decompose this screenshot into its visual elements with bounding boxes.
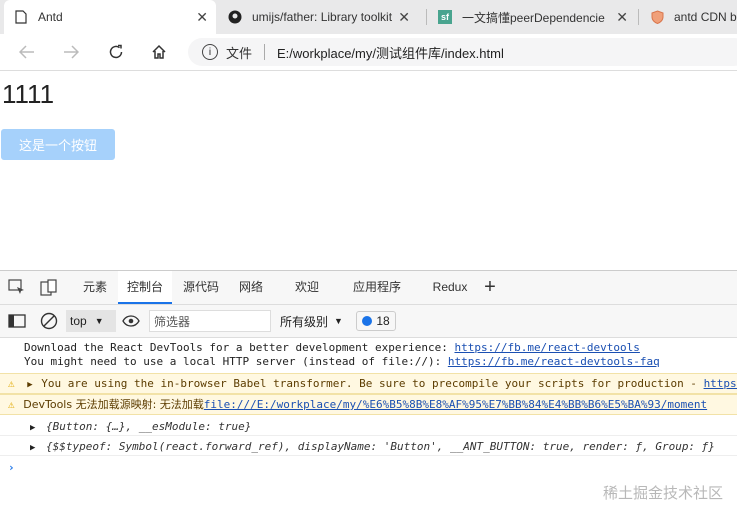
object-preview: {Button: {…}, __esModule: true}	[46, 420, 252, 433]
console-prompt[interactable]: ›	[0, 459, 737, 477]
browser-tab-antd[interactable]: Antd ✕	[4, 0, 216, 34]
info-icon[interactable]: i	[202, 44, 218, 60]
log-levels-select[interactable]: 所有级别 ▼	[280, 310, 343, 332]
tab-separator	[426, 9, 427, 25]
url-scheme-label: 文件	[226, 45, 253, 61]
page-heading: 1111	[2, 79, 55, 109]
address-bar: i 文件 E:/workplace/my/测试组件库/index.html	[0, 34, 737, 71]
watermark: 稀土掘金技术社区	[602, 484, 723, 502]
forward-button[interactable]	[60, 41, 82, 63]
chat-icon	[362, 316, 373, 326]
devtools-panel: 元素 控制台 源代码 网络 欢迎 应用程序 Redux + top ▼ 筛选器 …	[0, 270, 737, 516]
devtools-tab-elements[interactable]: 元素	[72, 271, 118, 304]
shield-icon	[650, 10, 664, 24]
expand-arrow-icon[interactable]: ▶	[30, 443, 35, 453]
page-content: 1111 这是一个按钮	[0, 71, 737, 270]
browser-tab-github[interactable]: umijs/father: Library toolkit ✕	[218, 0, 418, 34]
console-message-warning: ⚠ DevTools 无法加载源映射: 无法加载file:///E:/workp…	[0, 394, 737, 415]
warning-link[interactable]: https:	[704, 377, 737, 390]
url-input[interactable]: i 文件 E:/workplace/my/测试组件库/index.html	[188, 38, 737, 66]
filter-placeholder: 筛选器	[154, 314, 191, 329]
url-text: E:/workplace/my/测试组件库/index.html	[277, 45, 504, 61]
console-message-warning: ⚠ ▶ You are using the in-browser Babel t…	[0, 373, 737, 394]
back-button[interactable]	[16, 41, 38, 63]
browser-tab-sf[interactable]: sf 一文搞懂peerDependencie ✕	[428, 0, 636, 34]
react-devtools-faq-link[interactable]: https://fb.me/react-devtools-faq	[448, 355, 660, 368]
prompt-chevron-icon: ›	[8, 461, 15, 474]
message-text: DevTools 无法加载源映射: 无法加载	[23, 398, 204, 411]
sf-icon: sf	[438, 10, 452, 24]
devtools-tab-network[interactable]: 网络	[230, 271, 272, 304]
page-icon	[14, 10, 28, 24]
filter-input[interactable]: 筛选器	[149, 310, 271, 332]
browser-tab-label: Antd	[38, 10, 63, 24]
devtools-tab-console[interactable]: 控制台	[118, 271, 172, 304]
github-icon	[228, 10, 242, 24]
url-divider	[264, 44, 266, 60]
expand-arrow-icon[interactable]: ▶	[30, 423, 35, 433]
warning-icon: ⚠	[8, 377, 15, 390]
devtools-tab-welcome[interactable]: 欢迎	[286, 271, 328, 304]
message-text: You are using the in-browser Babel trans…	[41, 377, 704, 390]
home-button[interactable]	[148, 41, 170, 63]
browser-tab-label: antd CDN b	[674, 10, 737, 24]
console-toolbar: top ▼ 筛选器 所有级别 ▼ 18	[0, 305, 737, 338]
browser-tab-label: 一文搞懂peerDependencie	[462, 10, 605, 25]
refresh-button[interactable]	[105, 41, 127, 63]
message-text: You might need to use a local HTTP serve…	[24, 355, 448, 368]
object-preview: {$$typeof: Symbol(react.forward_ref), di…	[46, 440, 715, 453]
console-object-row[interactable]: ▶ {Button: {…}, __esModule: true}	[0, 418, 737, 436]
warning-icon: ⚠	[8, 398, 15, 411]
issues-badge[interactable]: 18	[356, 311, 396, 331]
chevron-down-icon: ▼	[94, 316, 104, 326]
log-levels-value: 所有级别	[280, 314, 329, 329]
expand-arrow-icon[interactable]: ▶	[27, 380, 32, 390]
devtools-tab-sources[interactable]: 源代码	[174, 271, 228, 304]
browser-tab-strip: Antd ✕ umijs/father: Library toolkit ✕ s…	[0, 0, 737, 34]
close-icon[interactable]: ✕	[616, 9, 628, 25]
chevron-down-icon: ▼	[334, 316, 343, 326]
devtools-tab-redux[interactable]: Redux	[424, 271, 476, 304]
device-toolbar-icon[interactable]	[40, 277, 58, 299]
context-select-value: top	[70, 314, 87, 328]
close-icon[interactable]: ✕	[398, 9, 410, 25]
devtools-tab-bar: 元素 控制台 源代码 网络 欢迎 应用程序 Redux +	[0, 271, 737, 305]
eye-icon[interactable]	[122, 310, 140, 332]
inspect-element-icon[interactable]	[8, 277, 26, 299]
browser-tab-label: umijs/father: Library toolkit	[252, 10, 393, 24]
context-select[interactable]: top ▼	[66, 310, 116, 332]
console-message-info: Download the React DevTools for a better…	[0, 341, 737, 369]
message-text: Download the React DevTools for a better…	[24, 341, 455, 354]
browser-tab-antd-cdn[interactable]: antd CDN b	[640, 0, 737, 34]
react-devtools-link[interactable]: https://fb.me/react-devtools	[454, 341, 639, 354]
close-icon[interactable]: ✕	[196, 9, 208, 25]
tab-separator	[638, 9, 639, 25]
console-object-row[interactable]: ▶ {$$typeof: Symbol(react.forward_ref), …	[0, 438, 737, 456]
add-tab-icon[interactable]: +	[478, 271, 502, 304]
sidebar-toggle-icon[interactable]	[8, 310, 26, 332]
antd-button[interactable]: 这是一个按钮	[1, 129, 115, 160]
issues-count: 18	[376, 314, 390, 328]
devtools-tab-application[interactable]: 应用程序	[344, 271, 410, 304]
clear-console-icon[interactable]	[40, 310, 58, 332]
source-map-link[interactable]: file:///E:/workplace/my/%E6%B5%8B%E8%AF%…	[204, 398, 707, 411]
